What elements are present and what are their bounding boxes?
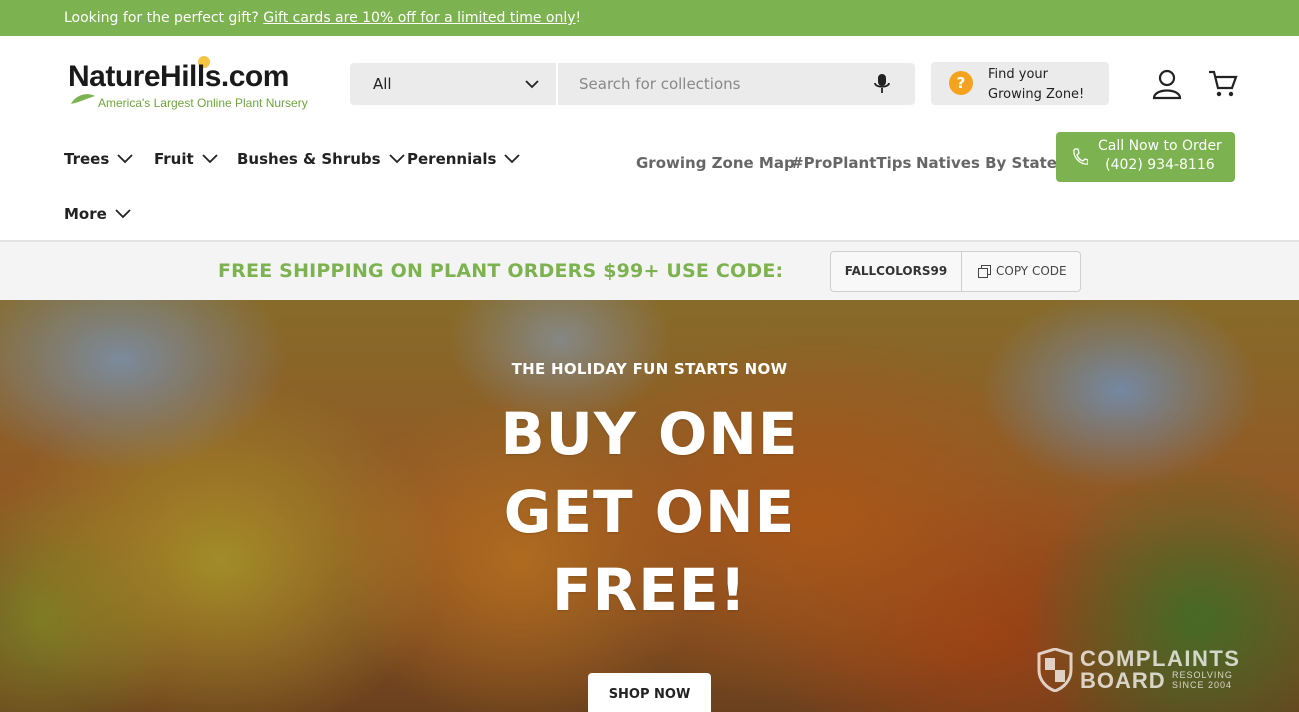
logo-tagline: America's Largest Online Plant Nursery [98, 96, 308, 110]
search-category-value: All [373, 75, 392, 93]
free-shipping-text: FREE SHIPPING ON PLANT ORDERS $99+ USE C… [218, 260, 784, 282]
announcement-bar: Looking for the perfect gift? Gift cards… [0, 0, 1299, 36]
search-input[interactable] [560, 63, 860, 105]
chevron-down-icon [115, 209, 131, 219]
microphone-icon[interactable] [872, 73, 892, 95]
search-category-select[interactable]: All [350, 63, 558, 105]
free-shipping-banner: FREE SHIPPING ON PLANT ORDERS $99+ USE C… [0, 242, 1299, 300]
chevron-down-icon [202, 154, 218, 164]
nav-item-fruit[interactable]: Fruit [154, 150, 218, 168]
promo-code: FALLCOLORS99 [831, 252, 962, 291]
growing-zone-label: Find your Growing Zone! [988, 67, 1085, 102]
call-now-label: Call Now to Order (402) 934-8116 [1098, 138, 1222, 173]
nav-label: Trees [64, 150, 110, 168]
hero-headline-line3: FREE! [552, 556, 747, 624]
hero-headline-line1: BUY ONE [500, 400, 799, 468]
watermark-sub: RESOLVING SINCE 2004 [1172, 670, 1233, 690]
nav-label: Perennials [407, 150, 497, 168]
chevron-down-icon [117, 154, 133, 164]
logo-name: NatureHills.com [68, 60, 289, 93]
copy-code-button[interactable]: COPY CODE [962, 252, 1080, 291]
nav-item-bushes-shrubs[interactable]: Bushes & Shrubs [237, 150, 405, 168]
promo-code-box: FALLCOLORS99 COPY CODE [830, 251, 1081, 292]
nav-label: More [64, 205, 107, 223]
shield-icon [1037, 648, 1073, 692]
nav-item-perennials[interactable]: Perennials [407, 150, 521, 168]
nav-label: Bushes & Shrubs [237, 150, 381, 168]
hero-headline-line2: GET ONE [503, 478, 796, 546]
natives-by-state-link[interactable]: Natives By State [916, 154, 1057, 172]
logo-leaf-icon [71, 94, 95, 104]
chevron-down-icon [388, 154, 405, 164]
question-icon: ? [949, 71, 973, 95]
watermark-line2: BOARD [1080, 668, 1166, 693]
call-now-button[interactable]: Call Now to Order (402) 934-8116 [1056, 132, 1235, 182]
site-header: NatureHills.com America's Largest Online… [0, 36, 1299, 242]
cart-icon[interactable] [1208, 70, 1238, 98]
announcement-suffix: ! [575, 10, 582, 26]
nav-item-more[interactable]: More [64, 205, 131, 223]
chevron-down-icon [504, 154, 521, 164]
nav-item-trees[interactable]: Trees [64, 150, 133, 168]
growing-zone-map-link[interactable]: Growing Zone Map [636, 154, 795, 172]
growing-zone-button[interactable]: ? Find your Growing Zone! [931, 62, 1109, 105]
gift-card-link[interactable]: Gift cards are 10% off for a limited tim… [263, 10, 575, 26]
phone-icon [1073, 148, 1088, 165]
announcement-text: Looking for the perfect gift? [64, 10, 264, 26]
search-bar: All [350, 63, 915, 105]
pro-plant-tips-link[interactable]: #ProPlantTips [791, 154, 911, 172]
copy-code-label: COPY CODE [996, 264, 1067, 278]
nav-label: Fruit [154, 150, 194, 168]
account-icon[interactable] [1152, 68, 1182, 100]
hero-banner: THE HOLIDAY FUN STARTS NOW BUY ONE GET O… [0, 300, 1299, 712]
complaints-board-watermark: COMPLAINTS BOARD RESOLVING SINCE 2004 [1037, 646, 1257, 696]
copy-icon [978, 265, 991, 278]
shop-now-button[interactable]: SHOP NOW [588, 673, 711, 712]
logo[interactable]: NatureHills.com America's Largest Online… [68, 56, 318, 118]
chevron-down-icon [525, 80, 539, 89]
hero-kicker: THE HOLIDAY FUN STARTS NOW [511, 360, 788, 378]
